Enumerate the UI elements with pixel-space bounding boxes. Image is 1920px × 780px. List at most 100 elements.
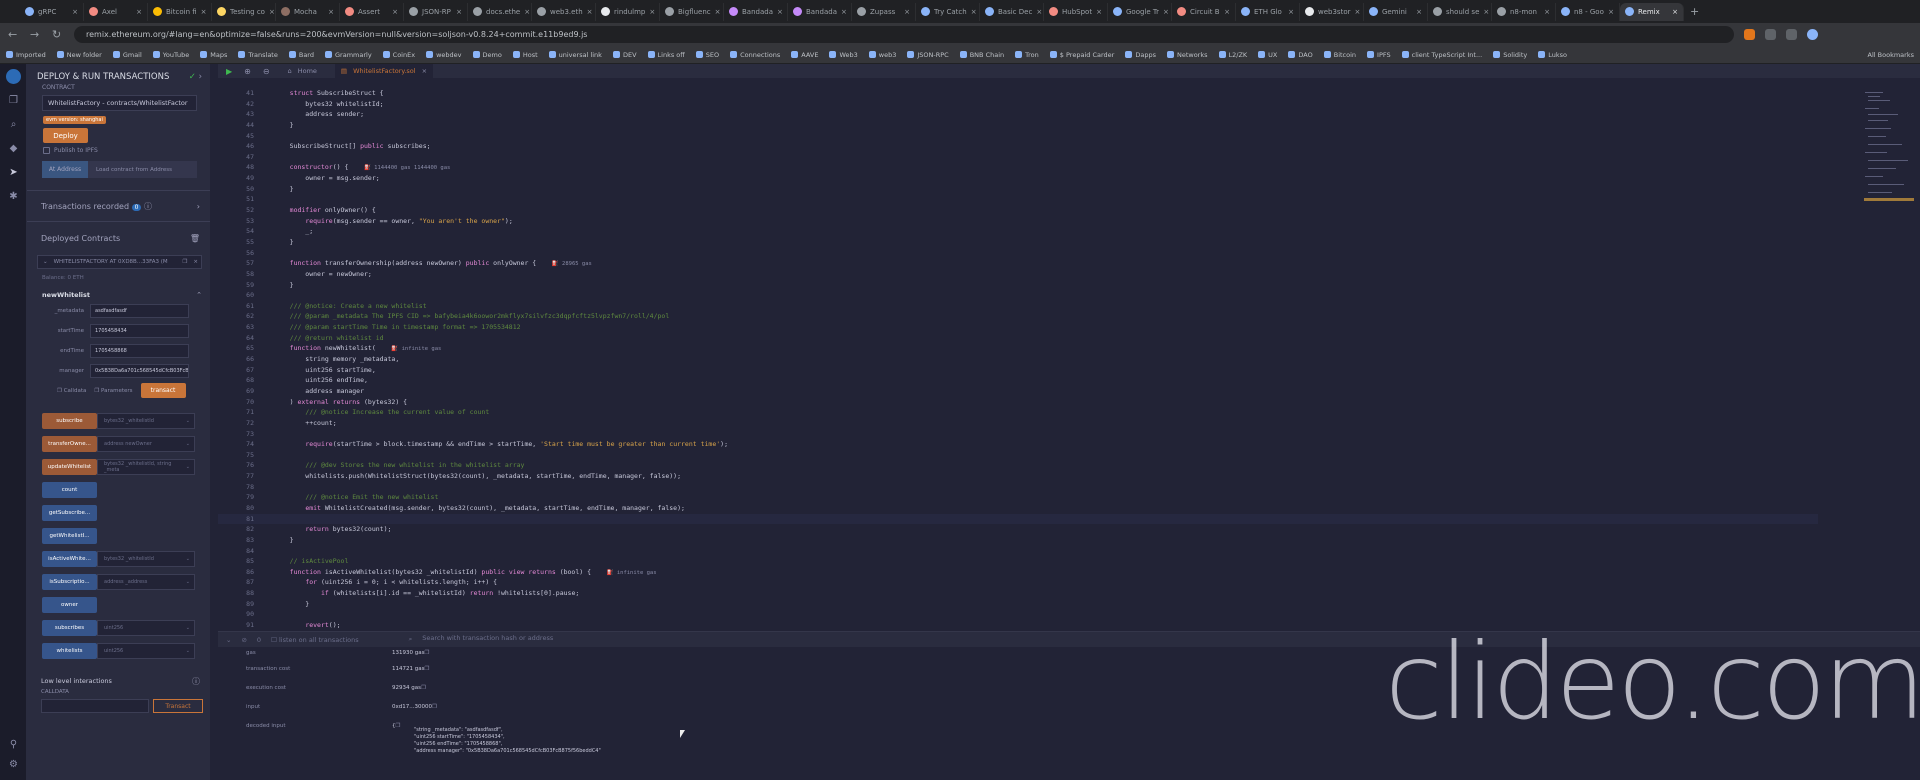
chevron-down-icon[interactable]: ⌄ <box>186 418 190 424</box>
chevron-up-icon[interactable]: ⌃ <box>196 291 202 299</box>
search-icon[interactable]: ⌕ <box>0 112 27 136</box>
copy-icon[interactable]: ❐ <box>424 666 429 672</box>
close-icon[interactable]: × <box>524 8 530 16</box>
code-line[interactable]: 55 } <box>218 237 1818 248</box>
tab-home[interactable]: ⌂ Home <box>282 64 323 78</box>
browser-tab[interactable]: Basic Dec × <box>980 2 1044 21</box>
extension-icon[interactable] <box>1765 29 1776 40</box>
close-icon[interactable]: × <box>1544 8 1550 16</box>
code-line[interactable]: 70 ) external returns (bytes32) { <box>218 397 1818 408</box>
code-line[interactable]: 90 <box>218 609 1818 620</box>
close-icon[interactable]: × <box>649 8 655 16</box>
bookmark-item[interactable]: Imported <box>6 51 46 59</box>
close-icon[interactable]: × <box>1608 8 1614 16</box>
close-icon[interactable]: × <box>1288 8 1294 16</box>
close-icon[interactable]: × <box>201 8 207 16</box>
browser-tab[interactable]: Try Catch × <box>916 2 980 21</box>
new-tab-icon[interactable]: + <box>1690 5 1699 18</box>
code-line[interactable]: 84 <box>218 546 1818 557</box>
function-input[interactable]: bytes32 _whitelistId ⌄ <box>97 412 195 429</box>
close-icon[interactable]: × <box>392 8 398 16</box>
close-icon[interactable]: × <box>422 67 427 75</box>
function-button[interactable]: isSubscriptio... <box>42 573 97 590</box>
browser-tab[interactable]: Circuit B × <box>1172 2 1236 21</box>
code-line[interactable]: 66 string memory _metadata, <box>218 354 1818 365</box>
close-icon[interactable]: × <box>72 8 78 16</box>
browser-tab[interactable]: Remix × <box>1620 2 1684 21</box>
close-icon[interactable]: × <box>269 8 275 16</box>
debugger-icon[interactable]: ✱ <box>0 184 27 208</box>
function-input[interactable]: uint256 ⌄ <box>97 642 195 659</box>
close-icon[interactable]: × <box>587 8 593 16</box>
transact-button[interactable]: transact <box>140 383 186 398</box>
close-icon[interactable]: × <box>715 8 721 16</box>
code-line[interactable]: 69 address manager <box>218 386 1818 397</box>
publish-ipfs-checkbox[interactable]: Publish to IPFS <box>27 147 210 154</box>
bookmark-item[interactable]: web3 <box>868 51 896 59</box>
bookmark-item[interactable]: Dapps <box>1125 51 1156 59</box>
function-input[interactable]: bytes32 _whitelistId, string _meta ⌄ <box>97 458 195 475</box>
close-icon[interactable]: × <box>1354 8 1360 16</box>
bookmark-item[interactable]: Gmail <box>112 51 142 59</box>
code-line[interactable]: 41 struct SubscribeStruct { <box>218 88 1818 99</box>
bookmark-item[interactable]: YouTube <box>152 51 189 59</box>
code-line[interactable]: 57 function transferOwnership(address ne… <box>218 258 1818 269</box>
close-icon[interactable]: × <box>1416 8 1422 16</box>
browser-tab[interactable]: Axel × <box>84 2 148 21</box>
extension-icon[interactable] <box>1786 29 1797 40</box>
deploy-button[interactable]: Deploy <box>43 128 88 143</box>
close-icon[interactable]: × <box>777 8 783 16</box>
run-icon[interactable]: ▶ <box>226 67 232 76</box>
browser-tab[interactable]: should se × <box>1428 2 1492 21</box>
code-line[interactable]: 50 } <box>218 184 1818 195</box>
profile-avatar[interactable] <box>1807 29 1818 40</box>
function-button[interactable]: getWhitelistI... <box>42 527 97 544</box>
bookmark-item[interactable]: universal link <box>548 51 602 59</box>
code-line[interactable]: 44 } <box>218 120 1818 131</box>
browser-tab[interactable]: web3stor × <box>1300 2 1364 21</box>
code-line[interactable]: 81 <box>218 513 1818 525</box>
back-icon[interactable]: ← <box>8 28 20 41</box>
close-icon[interactable]: × <box>193 259 201 265</box>
all-bookmarks[interactable]: All Bookmarks <box>1868 51 1920 59</box>
function-button[interactable]: whitelists <box>42 642 97 659</box>
code-line[interactable]: 45 <box>218 131 1818 142</box>
function-input[interactable]: address _address ⌄ <box>97 573 195 590</box>
bookmark-item[interactable]: Tron <box>1015 51 1039 59</box>
code-line[interactable]: 67 uint256 startTime, <box>218 365 1818 376</box>
bookmark-item[interactable]: webdev <box>426 51 462 59</box>
address-bar[interactable]: remix.ethereum.org/#lang=en&optimize=fal… <box>74 26 1734 43</box>
browser-tab[interactable]: gRPC × <box>20 2 84 21</box>
param-input[interactable]: 0x5B38Da6a701c568545dCfcB03FcB875 <box>90 364 189 378</box>
collapse-icon[interactable]: ⌄ <box>226 636 231 644</box>
clear-icon[interactable]: ⊘ <box>241 636 246 644</box>
code-line[interactable]: 76 /// @dev Stores the new whitelist in … <box>218 460 1818 471</box>
browser-tab[interactable]: Assert × <box>340 2 404 21</box>
code-line[interactable]: 63 /// @param startTime Time in timestam… <box>218 322 1818 333</box>
code-line[interactable]: 78 <box>218 482 1818 493</box>
function-button[interactable]: transferOwne... <box>42 435 97 452</box>
bookmark-item[interactable]: Grammarly <box>325 51 372 59</box>
close-icon[interactable]: × <box>1224 8 1230 16</box>
bookmark-item[interactable]: Translate <box>238 51 278 59</box>
browser-tab[interactable]: n8 - Goo × <box>1556 2 1620 21</box>
copy-icon[interactable]: ❐ <box>396 723 401 729</box>
solidity-compiler-icon[interactable]: ◆ <box>0 136 27 160</box>
code-line[interactable]: 46 SubscribeStruct[] public subscribes; <box>218 141 1818 152</box>
browser-tab[interactable]: Bandada × <box>724 2 788 21</box>
chevron-down-icon[interactable]: ⌄ <box>43 259 48 265</box>
close-icon[interactable]: × <box>1096 8 1102 16</box>
function-input[interactable]: uint256 ⌄ <box>97 619 195 636</box>
load-contract-input[interactable]: Load contract from Address <box>88 167 172 173</box>
browser-tab[interactable]: HubSpot × <box>1044 2 1108 21</box>
bookmark-item[interactable]: BNB Chain <box>959 51 1004 59</box>
code-line[interactable]: 87 for (uint256 i = 0; i < whitelists.le… <box>218 577 1818 588</box>
code-line[interactable]: 61 /// @notice: Create a new whitelist <box>218 301 1818 312</box>
bookmark-item[interactable]: Web3 <box>829 51 858 59</box>
code-line[interactable]: 65 function newWhitelist( ⛽ infinite gas <box>218 343 1818 354</box>
param-input[interactable]: asdfasdfasdf <box>90 304 189 318</box>
bookmark-item[interactable]: SEO <box>695 51 719 59</box>
bookmark-item[interactable]: Bard <box>288 51 314 59</box>
fn-expanded-header[interactable]: newWhitelist ⌃ <box>42 291 202 299</box>
code-line[interactable]: 83 } <box>218 535 1818 546</box>
